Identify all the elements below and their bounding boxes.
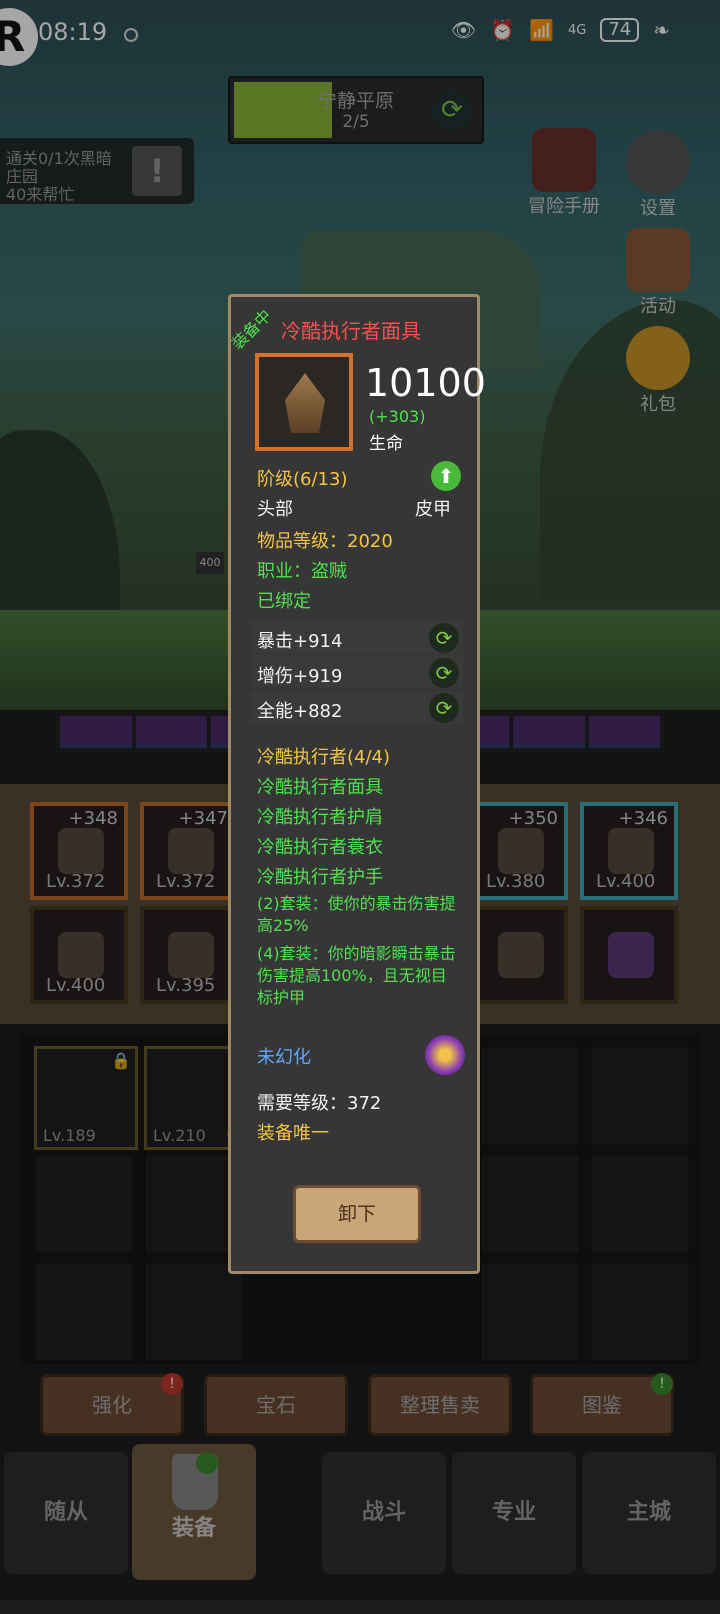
item-level: 物品等级：2020 [257,531,393,552]
mask-icon [285,373,325,433]
upgrade-arrow-icon[interactable]: ⬆ [431,461,461,491]
stat-versatility: 全能+882 [257,701,343,722]
required-level: 需要等级：372 [257,1093,382,1114]
set-piece: 冷酷执行者面具 [257,777,383,798]
illusion-status: 未幻化 [257,1047,311,1068]
set-bonus-4: (4)套装：你的暗影瞬击暴击伤害提高100%，且无视目标护甲 [257,944,456,1007]
item-tooltip: 装备中 冷酷执行者面具 10100 (+303) 生命 阶级(6/13) ⬆ 头… [227,294,486,1274]
transmog-icon[interactable] [425,1035,465,1075]
set-name: 冷酷执行者(4/4) [257,747,391,768]
unique-equip: 装备唯一 [257,1123,329,1144]
item-name: 冷酷执行者面具 [281,319,421,343]
stat-damage: 增伤+919 [257,666,343,687]
reroll-icon[interactable]: ⟳ [429,693,459,723]
set-piece: 冷酷执行者蓑衣 [257,837,383,858]
reroll-icon[interactable]: ⟳ [429,658,459,688]
item-armor-type: 皮甲 [415,499,451,520]
item-bound: 已绑定 [257,591,311,612]
item-grade: 阶级(6/13) [257,469,348,490]
set-bonus-2: (2)套装：使你的暴击伤害提高25% [257,894,456,935]
item-power: 10100 [365,361,486,405]
stat-crit: 暴击+914 [257,631,343,652]
item-power-label: 生命 [369,434,403,454]
equipped-tag: 装备中 [227,305,276,354]
unequip-button[interactable]: 卸下 [293,1185,421,1243]
item-power-diff: (+303) [369,407,426,426]
set-piece: 冷酷执行者护肩 [257,807,383,828]
item-slot-type: 头部 [257,499,293,520]
set-piece: 冷酷执行者护手 [257,867,383,888]
item-class: 职业：盗贼 [257,561,347,582]
item-icon-frame [255,353,353,451]
reroll-icon[interactable]: ⟳ [429,623,459,653]
